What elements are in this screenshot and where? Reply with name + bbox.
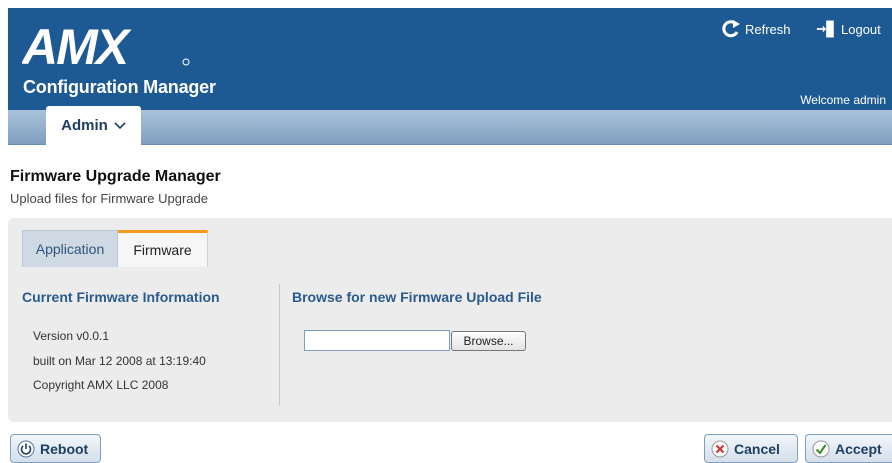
refresh-icon: [720, 18, 742, 40]
app-header: AMX Configuration Manager Refresh Logout…: [8, 8, 892, 110]
cancel-label: Cancel: [734, 440, 780, 457]
check-icon: [812, 440, 830, 458]
tab-application[interactable]: Application: [22, 230, 118, 267]
firmware-build-date: built on Mar 12 2008 at 13:19:40: [33, 354, 206, 368]
page-title: Firmware Upgrade Manager: [10, 168, 221, 185]
chevron-down-icon: [114, 117, 126, 134]
nav-bar: Admin: [8, 106, 892, 145]
power-icon: [17, 440, 35, 458]
firmware-version: Version v0.0.1: [33, 329, 110, 343]
nav-tab-label: Admin: [61, 117, 108, 134]
accept-button[interactable]: Accept: [805, 434, 892, 463]
firmware-panel: Application Firmware Current Firmware In…: [8, 218, 892, 422]
tab-firmware[interactable]: Firmware: [118, 230, 208, 267]
cancel-button[interactable]: Cancel: [704, 434, 798, 463]
logout-link[interactable]: Logout: [816, 18, 881, 40]
firmware-copyright: Copyright AMX LLC 2008: [33, 378, 169, 392]
logout-icon: [816, 18, 838, 40]
reboot-label: Reboot: [40, 440, 89, 457]
tab-bar: Application Firmware: [22, 230, 208, 267]
app-title: Configuration Manager: [23, 77, 216, 97]
welcome-text: Welcome admin: [800, 93, 886, 107]
page-subtitle: Upload files for Firmware Upgrade: [10, 191, 208, 206]
current-firmware-heading: Current Firmware Information: [22, 289, 220, 305]
accept-label: Accept: [835, 440, 882, 457]
refresh-label: Refresh: [745, 21, 791, 37]
svg-text:AMX: AMX: [22, 24, 132, 68]
logout-label: Logout: [841, 21, 881, 37]
file-path-input[interactable]: [304, 330, 450, 351]
section-divider: [279, 284, 280, 406]
reboot-button[interactable]: Reboot: [10, 434, 101, 463]
nav-tab-admin[interactable]: Admin: [46, 106, 141, 145]
refresh-link[interactable]: Refresh: [720, 18, 791, 40]
upload-heading: Browse for new Firmware Upload File: [292, 289, 542, 305]
amx-logo: AMX: [22, 24, 190, 68]
browse-button[interactable]: Browse...: [451, 331, 526, 351]
cancel-icon: [711, 440, 729, 458]
